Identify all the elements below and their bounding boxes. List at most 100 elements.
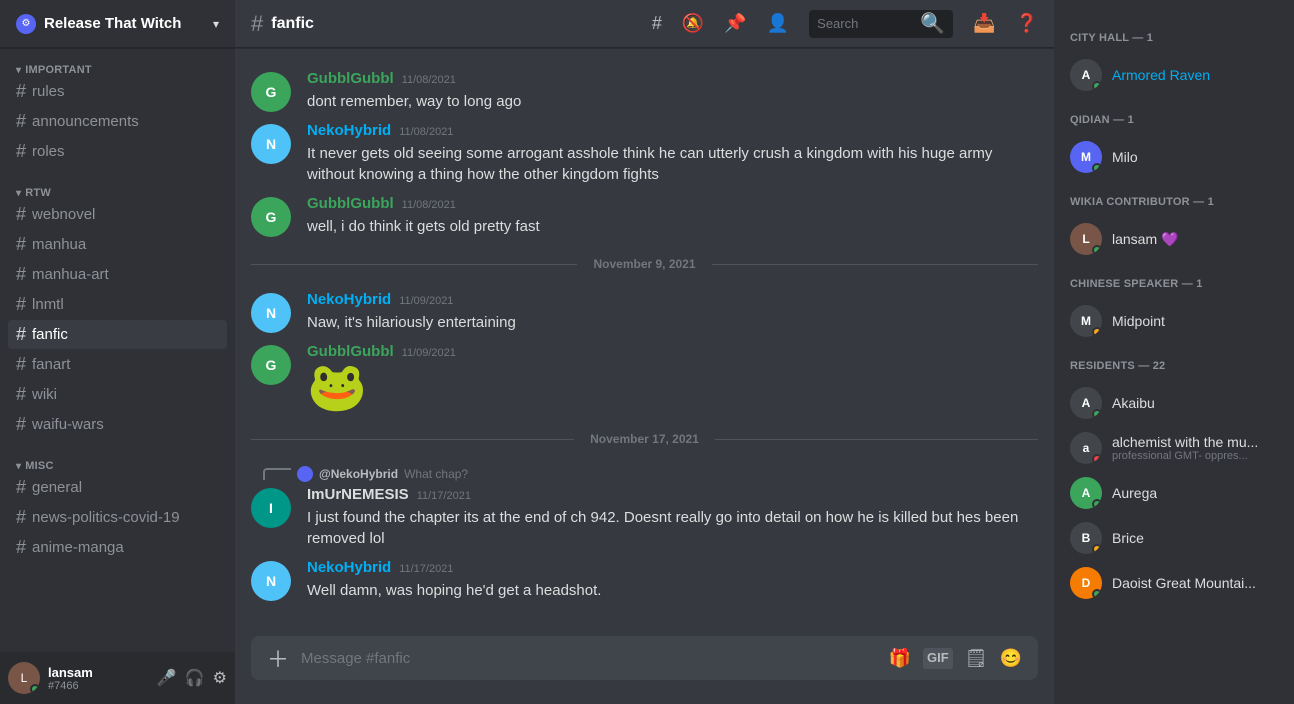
member-avatar: A — [1070, 387, 1102, 419]
deafen-icon[interactable]: 🎧 — [185, 668, 205, 688]
member-avatar: A — [1070, 59, 1102, 91]
message-group: N NekoHybrid 11/08/2021 It never gets ol… — [235, 118, 1054, 189]
section-label[interactable]: RTW — [8, 187, 227, 199]
message-header: NekoHybrid 11/09/2021 — [307, 291, 1038, 308]
section-label[interactable]: IMPORTANT — [8, 64, 227, 76]
emoji-content: 🐸 — [307, 364, 1038, 412]
channel-item-general[interactable]: #general — [8, 473, 227, 502]
channel-item-fanfic[interactable]: #fanfic — [8, 320, 227, 349]
gift-icon[interactable]: 🎁 — [889, 648, 911, 669]
member-item[interactable]: M Milo — [1062, 135, 1286, 179]
channel-hash-icon: # — [251, 11, 263, 37]
channel-label: roles — [32, 143, 65, 160]
message-text: Naw, it's hilariously entertaining — [307, 312, 1038, 333]
member-item[interactable]: A Akaibu — [1062, 381, 1286, 425]
channel-label: fanart — [32, 356, 70, 373]
message-content: ImUrNEMESIS 11/17/2021 I just found the … — [307, 486, 1038, 549]
message-header: NekoHybrid 11/08/2021 — [307, 122, 1038, 139]
member-item[interactable]: D Daoist Great Mountai... — [1062, 561, 1286, 605]
message-content: GubblGubbl 11/08/2021 well, i do think i… — [307, 195, 1038, 237]
channel-item-lnmtl[interactable]: #lnmtl — [8, 290, 227, 319]
member-status-online — [1092, 409, 1102, 419]
user-panel: L lansam #7466 🎤 🎧 ⚙ — [0, 652, 235, 704]
member-item[interactable]: A Armored Raven — [1062, 53, 1286, 97]
channel-header: # fanfic # 🔕 📌 👤 🔍 📥 ❓ — [235, 0, 1054, 48]
message-group: G GubblGubbl 11/08/2021 dont remember, w… — [235, 66, 1054, 116]
message-timestamp: 11/17/2021 — [399, 563, 453, 575]
member-avatar: M — [1070, 141, 1102, 173]
mute-icon[interactable]: 🎤 — [157, 668, 177, 688]
current-user-avatar: L — [8, 662, 40, 694]
member-name: Midpoint — [1112, 313, 1165, 329]
channel-item-fanart[interactable]: #fanart — [8, 350, 227, 379]
section-label[interactable]: MISC — [8, 460, 227, 472]
server-header[interactable]: ⚙ Release That Witch ▾ — [0, 0, 235, 48]
channel-item-news-politics-covid-19[interactable]: #news-politics-covid-19 — [8, 503, 227, 532]
message-content: NekoHybrid 11/09/2021 Naw, it's hilariou… — [307, 291, 1038, 333]
member-name: Milo — [1112, 149, 1138, 165]
members-icon[interactable]: 👤 — [767, 13, 789, 34]
search-icon: 🔍 — [920, 11, 945, 36]
message-group: G GubblGubbl 11/09/2021 🐸 — [235, 339, 1054, 416]
message-author[interactable]: ImUrNEMESIS — [307, 486, 409, 503]
sticker-icon[interactable]: 🗒 — [965, 648, 988, 669]
member-item[interactable]: B Brice — [1062, 516, 1286, 560]
member-name: Aurega — [1112, 485, 1157, 501]
message-author[interactable]: GubblGubbl — [307, 343, 394, 360]
help-icon[interactable]: ❓ — [1016, 13, 1038, 34]
member-name-wrap: Aurega — [1112, 485, 1157, 501]
member-name-wrap: lansam 💜 — [1112, 231, 1178, 248]
channel-item-waifu-wars[interactable]: #waifu-wars — [8, 410, 227, 439]
channel-item-anime-manga[interactable]: #anime-manga — [8, 533, 227, 562]
message-author[interactable]: GubblGubbl — [307, 195, 394, 212]
channel-label: fanfic — [32, 326, 68, 343]
channel-item-announcements[interactable]: #announcements — [8, 107, 227, 136]
member-status-online — [1092, 245, 1102, 255]
channel-item-manhua-art[interactable]: #manhua-art — [8, 260, 227, 289]
member-item[interactable]: M Midpoint — [1062, 299, 1286, 343]
member-avatar: D — [1070, 567, 1102, 599]
message-header: NekoHybrid 11/17/2021 — [307, 559, 1038, 576]
gif-icon[interactable]: GIF — [923, 648, 953, 669]
channel-item-rules[interactable]: #rules — [8, 77, 227, 106]
member-item[interactable]: L lansam 💜 — [1062, 217, 1286, 261]
message-input[interactable] — [301, 640, 877, 677]
input-wrapper: ＋ 🎁 GIF 🗒 😊 — [251, 636, 1038, 680]
message-group: G GubblGubbl 11/08/2021 well, i do think… — [235, 191, 1054, 241]
channel-label: announcements — [32, 113, 139, 130]
bell-mute-icon[interactable]: 🔕 — [682, 13, 704, 34]
channel-label: general — [32, 479, 82, 496]
channel-label: anime-manga — [32, 539, 124, 556]
message-author[interactable]: GubblGubbl — [307, 70, 394, 87]
member-section-label: CITY HALL — 1 — [1062, 16, 1286, 52]
hashtag-icon[interactable]: # — [652, 13, 662, 34]
channel-item-wiki[interactable]: #wiki — [8, 380, 227, 409]
pin-icon[interactable]: 📌 — [724, 13, 746, 34]
channel-item-roles[interactable]: # roles — [8, 137, 227, 166]
message-header: GubblGubbl 11/08/2021 — [307, 195, 1038, 212]
message-group: N NekoHybrid 11/17/2021 Well damn, was h… — [235, 555, 1054, 605]
search-box[interactable]: 🔍 — [809, 10, 953, 38]
channel-item-webnovel[interactable]: #webnovel — [8, 200, 227, 229]
member-item[interactable]: A Aurega — [1062, 471, 1286, 515]
channel-item-manhua[interactable]: #manhua — [8, 230, 227, 259]
message-author[interactable]: NekoHybrid — [307, 122, 391, 139]
message-with-reply: @NekoHybrid What chap? I ImUrNEMESIS 11/… — [251, 466, 1038, 549]
hash-icon: # — [16, 141, 26, 162]
member-name: Brice — [1112, 530, 1144, 546]
date-divider: November 9, 2021 — [235, 249, 1054, 279]
channel-name: fanfic — [271, 15, 314, 33]
message-input-area: ＋ 🎁 GIF 🗒 😊 — [235, 636, 1054, 704]
settings-icon[interactable]: ⚙ — [213, 668, 227, 688]
message-text: It never gets old seeing some arrogant a… — [307, 143, 1038, 185]
message-author[interactable]: NekoHybrid — [307, 291, 391, 308]
add-attachment-icon[interactable]: ＋ — [267, 642, 289, 674]
message-body: I ImUrNEMESIS 11/17/2021 I just found th… — [251, 486, 1038, 549]
emoji-icon[interactable]: 😊 — [1000, 648, 1022, 669]
inbox-icon[interactable]: 📥 — [973, 13, 995, 34]
member-item[interactable]: a alchemist with the mu... professional … — [1062, 426, 1286, 470]
message-content: NekoHybrid 11/08/2021 It never gets old … — [307, 122, 1038, 185]
message-author[interactable]: NekoHybrid — [307, 559, 391, 576]
message-header: GubblGubbl 11/09/2021 — [307, 343, 1038, 360]
search-input[interactable] — [817, 16, 920, 31]
